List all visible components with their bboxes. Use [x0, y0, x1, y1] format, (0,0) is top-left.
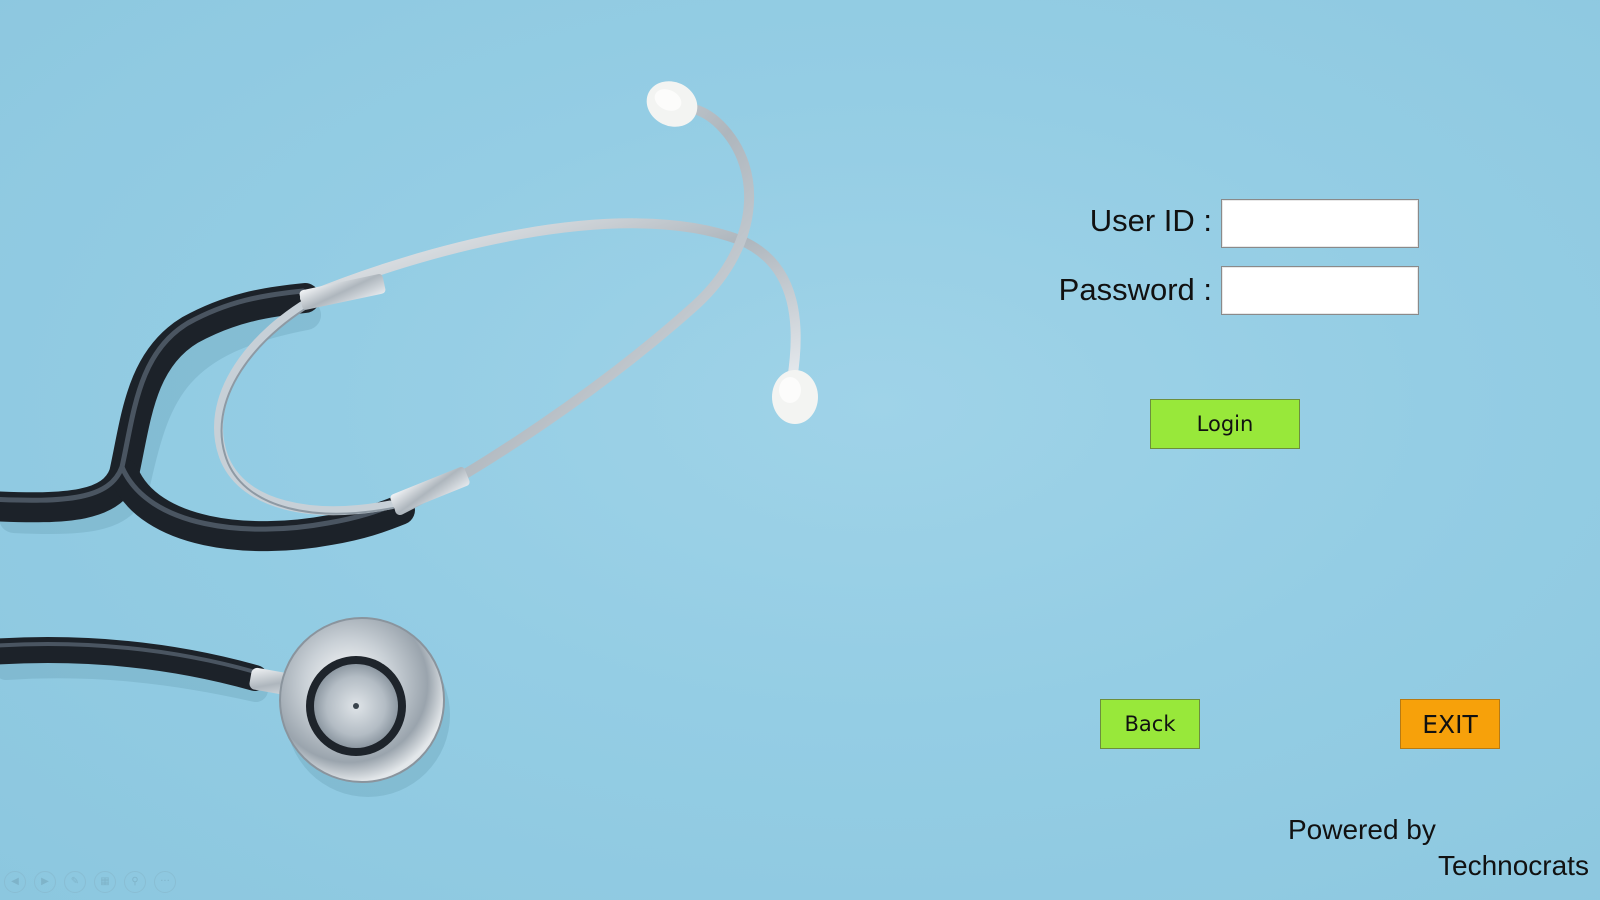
user-id-input[interactable]: [1221, 199, 1419, 248]
password-input[interactable]: [1221, 266, 1419, 315]
login-button[interactable]: Login: [1150, 399, 1300, 449]
previous-slide-icon[interactable]: ◀: [4, 871, 26, 893]
slides-grid-icon[interactable]: ▦: [94, 871, 116, 893]
company-name: Technocrats: [1438, 850, 1589, 881]
slideshow-nav: ◀ ▶ ✎ ▦ ⚲ ···: [4, 871, 176, 893]
zoom-icon[interactable]: ⚲: [124, 871, 146, 893]
back-button[interactable]: Back: [1100, 699, 1200, 749]
password-label: Password :: [1058, 272, 1212, 307]
user-id-label: User ID :: [1089, 203, 1212, 238]
exit-button[interactable]: EXIT: [1400, 699, 1500, 749]
pen-icon[interactable]: ✎: [64, 871, 86, 893]
powered-by-text: Powered by: [1288, 814, 1436, 845]
stethoscope-image: [0, 81, 818, 797]
more-options-icon[interactable]: ···: [154, 871, 176, 893]
next-slide-icon[interactable]: ▶: [34, 871, 56, 893]
